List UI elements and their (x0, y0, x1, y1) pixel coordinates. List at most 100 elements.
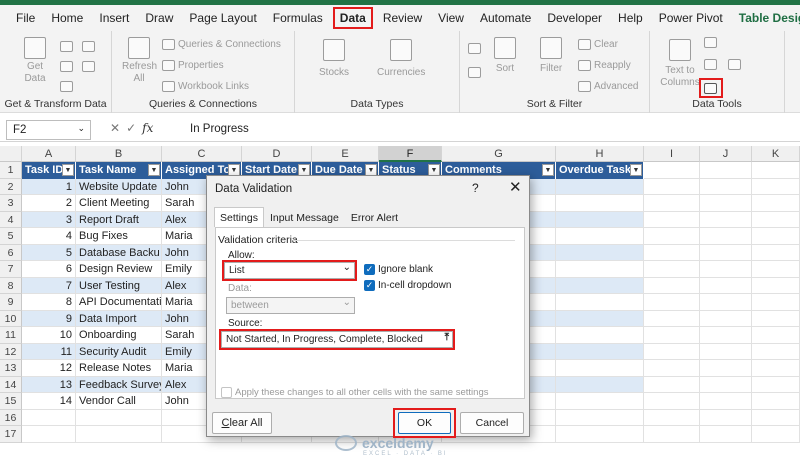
tab-formulas[interactable]: Formulas (265, 7, 331, 29)
table-cell[interactable]: 1 (22, 178, 76, 195)
collapse-range-icon[interactable]: ⤒ (445, 332, 449, 343)
empty-cell[interactable] (700, 228, 752, 245)
column-header-e[interactable]: E (312, 146, 379, 162)
empty-cell[interactable] (644, 244, 700, 261)
table-cell[interactable]: 12 (22, 360, 76, 377)
table-cell[interactable] (556, 228, 644, 245)
table-cell[interactable]: 7 (22, 277, 76, 294)
tab-developer[interactable]: Developer (539, 7, 610, 29)
column-header-h[interactable]: H (556, 146, 644, 162)
empty-cell[interactable] (752, 228, 800, 245)
filter-dropdown-icon[interactable]: ▼ (148, 164, 160, 176)
ok-button[interactable]: OK (398, 412, 451, 434)
table-cell[interactable] (556, 360, 644, 377)
cancel-icon[interactable]: ✕ (110, 121, 126, 135)
table-cell[interactable] (556, 244, 644, 261)
filter-dropdown-icon[interactable]: ▼ (630, 164, 642, 176)
row-header-14[interactable]: 14 (0, 376, 22, 393)
text-to-columns-button[interactable]: Text to Columns (660, 39, 700, 89)
column-header-k[interactable]: K (752, 146, 800, 162)
empty-cell[interactable] (22, 426, 76, 443)
empty-cell[interactable] (700, 178, 752, 195)
stocks-button[interactable]: Stocks (319, 39, 349, 78)
sort-button[interactable]: Sort (494, 37, 516, 74)
flash-fill-icon[interactable] (704, 37, 717, 48)
table-cell[interactable] (556, 343, 644, 360)
allow-select[interactable]: List ⌄ (222, 260, 357, 281)
empty-cell[interactable] (556, 426, 644, 443)
tab-data[interactable]: Data (332, 7, 373, 29)
column-header-d[interactable]: D (242, 146, 312, 162)
table-header-cell[interactable]: Task ID ▼ (22, 162, 76, 179)
row-header-5[interactable]: 5 (0, 228, 22, 245)
table-cell[interactable]: Client Meeting (76, 195, 162, 212)
row-header-12[interactable]: 12 (0, 343, 22, 360)
empty-cell[interactable] (752, 277, 800, 294)
empty-cell[interactable] (700, 393, 752, 410)
empty-cell[interactable] (644, 178, 700, 195)
table-cell[interactable]: 11 (22, 343, 76, 360)
empty-cell[interactable] (700, 376, 752, 393)
formula-input[interactable]: In Progress (190, 123, 249, 135)
empty-cell[interactable] (752, 327, 800, 344)
row-header-13[interactable]: 13 (0, 360, 22, 377)
in-cell-dropdown-checkbox[interactable]: ✓ (364, 280, 375, 291)
empty-cell[interactable] (700, 195, 752, 212)
empty-cell[interactable] (752, 426, 800, 443)
table-cell[interactable]: 2 (22, 195, 76, 212)
row-header-8[interactable]: 8 (0, 277, 22, 294)
get-data-button[interactable]: Get Data (22, 37, 48, 85)
tab-table-design[interactable]: Table Design (731, 7, 800, 29)
empty-cell[interactable] (644, 409, 700, 426)
table-cell[interactable]: 5 (22, 244, 76, 261)
empty-cell[interactable] (700, 426, 752, 443)
table-cell[interactable] (556, 327, 644, 344)
table-cell[interactable]: 13 (22, 376, 76, 393)
row-header-15[interactable]: 15 (0, 393, 22, 410)
empty-cell[interactable] (700, 409, 752, 426)
filter-dropdown-icon[interactable]: ▼ (542, 164, 554, 176)
fx-icon[interactable]: fx (142, 121, 153, 135)
empty-cell[interactable] (644, 228, 700, 245)
empty-cell[interactable] (700, 327, 752, 344)
empty-cell[interactable] (700, 310, 752, 327)
empty-cell[interactable] (644, 327, 700, 344)
empty-cell[interactable] (700, 244, 752, 261)
relationships-icon[interactable] (728, 59, 741, 70)
row-header-9[interactable]: 9 (0, 294, 22, 311)
empty-cell[interactable] (700, 294, 752, 311)
empty-cell[interactable] (752, 409, 800, 426)
empty-cell[interactable] (752, 376, 800, 393)
source-input[interactable]: Not Started, In Progress, Complete, Bloc… (219, 329, 455, 350)
table-cell[interactable]: Bug Fixes (76, 228, 162, 245)
row-header-3[interactable]: 3 (0, 195, 22, 212)
from-table-icon[interactable] (60, 61, 73, 72)
from-web-icon[interactable] (82, 41, 95, 52)
tab-help[interactable]: Help (610, 7, 651, 29)
table-cell[interactable]: 6 (22, 261, 76, 278)
column-header-j[interactable]: J (700, 146, 752, 162)
empty-cell[interactable] (644, 360, 700, 377)
empty-cell[interactable] (752, 360, 800, 377)
table-cell[interactable] (556, 211, 644, 228)
tab-view[interactable]: View (430, 7, 472, 29)
table-cell[interactable]: User Testing (76, 277, 162, 294)
tab-settings[interactable]: Settings (214, 207, 264, 227)
currencies-button[interactable]: Currencies (377, 39, 425, 78)
name-box[interactable]: F2 ⌄ (6, 120, 91, 140)
apply-all-checkbox[interactable] (221, 387, 232, 398)
remove-duplicates-icon[interactable] (704, 59, 717, 70)
filter-dropdown-icon[interactable]: ▼ (62, 164, 74, 176)
empty-cell[interactable] (644, 310, 700, 327)
data-validation-button[interactable] (699, 78, 723, 98)
reapply-button[interactable]: Reapply (578, 60, 631, 71)
empty-cell[interactable] (644, 195, 700, 212)
table-cell[interactable]: 4 (22, 228, 76, 245)
recent-sources-icon[interactable] (82, 61, 95, 72)
existing-connections-icon[interactable] (60, 81, 73, 92)
workbook-links-button[interactable]: Workbook Links (162, 81, 249, 92)
table-cell[interactable]: Security Audit (76, 343, 162, 360)
properties-button[interactable]: Properties (162, 60, 224, 71)
empty-cell[interactable] (700, 162, 752, 179)
table-cell[interactable]: Data Import (76, 310, 162, 327)
